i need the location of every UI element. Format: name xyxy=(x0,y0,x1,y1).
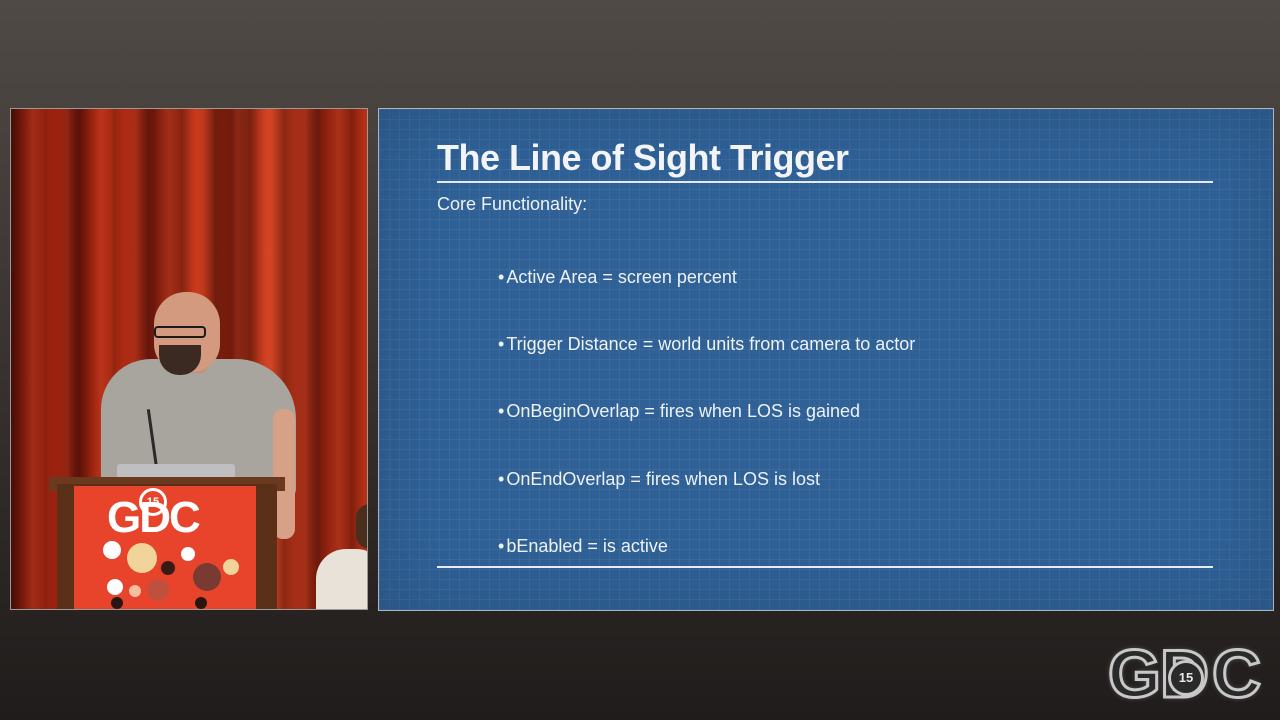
presentation-slide: The Line of Sight Trigger Core Functiona… xyxy=(378,108,1274,611)
podium-dot xyxy=(223,559,239,575)
gdc-logo-letter: G xyxy=(1107,635,1163,714)
bullet-text: Trigger Distance = world units from came… xyxy=(506,334,916,354)
podium-dot xyxy=(103,541,121,559)
bullet-item: • OnBeginOverlap = fires when LOS is gain… xyxy=(498,401,860,422)
podium-dot xyxy=(111,597,123,609)
podium-dot xyxy=(141,609,157,610)
speaker-video-panel: G 15 DC xyxy=(10,108,368,610)
title-divider xyxy=(437,181,1213,183)
seated-person-head xyxy=(356,504,367,549)
bullet-item: • Trigger Distance = world units from cam… xyxy=(498,334,915,355)
podium-dot xyxy=(193,563,221,591)
seated-person xyxy=(316,549,367,609)
bullet-mark: • xyxy=(498,267,505,287)
podium-dot xyxy=(161,561,175,575)
bullet-text: OnBeginOverlap = fires when LOS is gaine… xyxy=(506,401,861,421)
podium-dot xyxy=(127,543,157,573)
bullet-mark: • xyxy=(498,469,505,489)
podium-dot xyxy=(147,579,169,601)
slide-subtitle: Core Functionality: xyxy=(437,194,588,214)
bullet-text: bEnabled = is active xyxy=(506,536,668,556)
bullet-mark: • xyxy=(498,334,505,354)
bullet-mark: • xyxy=(498,536,505,556)
bullet-text: Active Area = screen percent xyxy=(506,267,737,287)
bullet-mark: • xyxy=(498,401,505,421)
gdc-logo-letter: C xyxy=(1210,635,1262,714)
bullet-item: • Active Area = screen percent xyxy=(498,267,737,288)
podium-logo-number: 15 xyxy=(139,488,167,516)
gdc-logo-number: 15 xyxy=(1168,660,1204,696)
podium-dot xyxy=(129,585,141,597)
bullet-item: • bEnabled = is active xyxy=(498,536,668,557)
podium-logo: G 15 DC xyxy=(107,488,227,542)
speaker-glasses xyxy=(154,326,206,338)
podium-dot xyxy=(171,609,205,610)
podium-dot xyxy=(195,597,207,609)
podium-dot xyxy=(181,547,195,561)
slide-title: The Line of Sight Trigger xyxy=(437,137,849,178)
bottom-divider xyxy=(437,566,1213,568)
gdc-logo: G D C 15 xyxy=(1100,635,1272,714)
bullet-text: OnEndOverlap = fires when LOS is lost xyxy=(506,469,820,489)
presentation-stage: G 15 DC The Line of Sight Trigger Core Fun… xyxy=(0,0,1280,720)
podium-dot xyxy=(107,579,123,595)
bullet-item: • OnEndOverlap = fires when LOS is lost xyxy=(498,469,820,490)
